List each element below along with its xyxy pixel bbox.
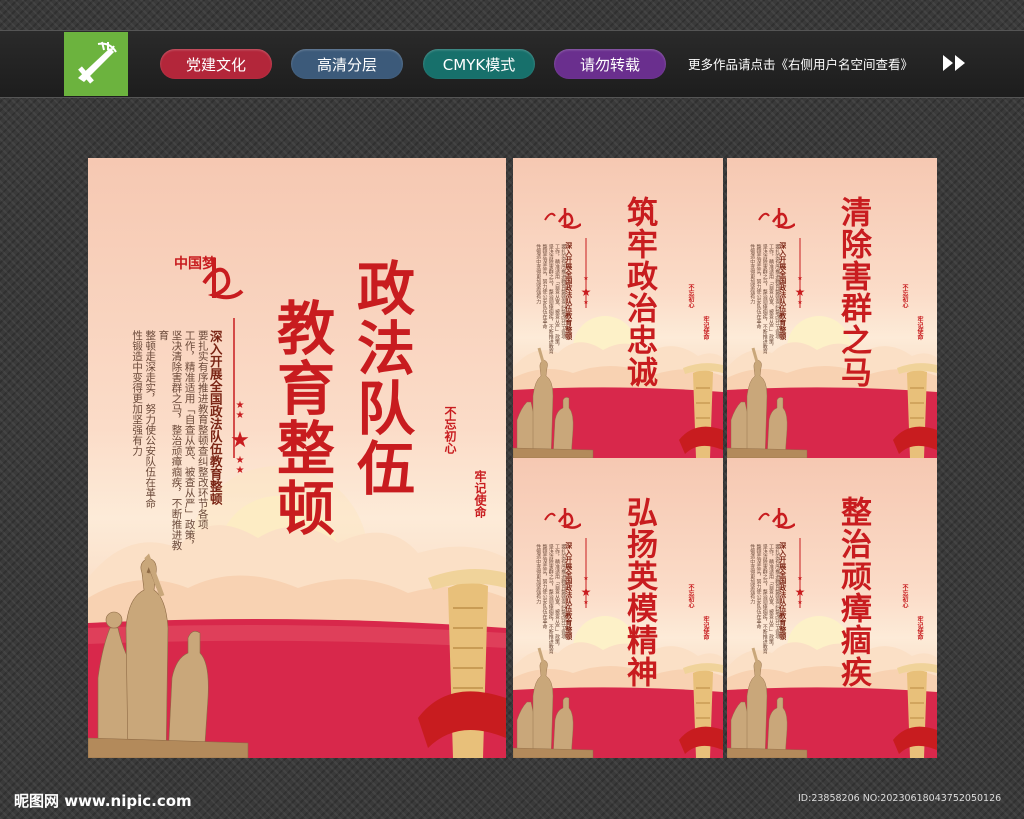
more-works-link[interactable]: 更多作品请点击《右侧用户名空间查看》	[688, 54, 913, 73]
body-line: 性锻造中变得更加坚强有力	[749, 544, 756, 604]
body-line: 坚决清除害群之马，整治顽瘴痼疾，不断推进教育	[547, 244, 554, 354]
body-line: 性锻造中变得更加坚强有力	[749, 244, 756, 304]
stars-decoration: ★	[583, 575, 589, 582]
motto-a: 不忘初心	[687, 284, 694, 308]
brush-stroke-icon	[544, 508, 582, 529]
body-paragraph: 要扎实有序推进教育整顿查纠整改环节各项 工作，精准适用「自查从宽、被查从严」政策…	[130, 330, 209, 560]
stars-decoration: ★ ★	[235, 400, 245, 421]
motto-a: 不忘初心	[901, 584, 908, 608]
poster-subtitle: 深入开展全国政法队伍教育整顿	[564, 242, 574, 340]
main-title-line2: 教育整顿	[267, 298, 335, 538]
nipic-logo-icon[interactable]	[64, 32, 128, 96]
china-dream-logo	[755, 202, 796, 232]
star-icon: ★	[230, 428, 250, 453]
body-line: 整顿走深走实，努力使公安队伍在革命	[755, 544, 762, 629]
body-line: 整顿走深走实，努力使公安队伍在革命	[144, 330, 157, 509]
china-dream-logo	[541, 202, 582, 232]
main-poster: 中国梦 要扎实有序推进教育整顿查纠整改环节各项 工作，精准适用「自查从宽、被查从…	[88, 158, 506, 758]
body-line: 整顿走深走实，努力使公安队伍在革命	[541, 544, 548, 629]
motto-b: 牢记使命	[702, 316, 709, 340]
motto-a: 不忘初心	[901, 284, 908, 308]
body-line: 性锻造中变得更加坚强有力	[535, 244, 542, 304]
small-poster: 要扎实有序推进教育整顿查纠整改环节各项 工作，精准适用「自查从宽、被查从严」政策…	[513, 158, 723, 458]
body-paragraph: 要扎实有序推进教育整顿查纠整改环节各项 工作，精准适用「自查从宽、被查从严」政策…	[749, 244, 780, 364]
star-icon: ★	[794, 285, 806, 299]
tag-party-culture[interactable]: 党建文化	[160, 49, 272, 79]
body-line: 整顿走深走实，努力使公安队伍在革命	[755, 244, 762, 329]
tag-no-repost[interactable]: 请勿转载	[554, 49, 666, 79]
motto-b: 牢记使命	[916, 616, 923, 640]
poster-subtitle: 深入开展全国政法队伍教育整顿	[564, 542, 574, 640]
brush-stroke-icon	[544, 208, 582, 229]
body-line: 性锻造中变得更加坚强有力	[535, 544, 542, 604]
body-line: 工作，精准适用「自查从宽、被查从严」政策，	[183, 330, 196, 551]
body-line: 性锻造中变得更加坚强有力	[131, 330, 144, 456]
body-line: 坚决清除害群之马，整治顽瘴痼疾，不断推进教育	[761, 244, 768, 354]
body-paragraph: 要扎实有序推进教育整顿查纠整改环节各项 工作，精准适用「自查从宽、被查从严」政策…	[535, 544, 566, 664]
small-poster-title: 整治顽瘴痼疾	[835, 496, 871, 688]
body-line: 坚决清除害群之马，整治顽瘴痼疾，不断推进教育	[547, 544, 554, 654]
main-title-line1: 政法队伍	[347, 258, 415, 498]
brush-stroke-icon	[202, 258, 244, 300]
star-icon: ★	[794, 585, 806, 599]
stars-decoration: ★	[583, 299, 589, 306]
brush-stroke-icon	[758, 208, 796, 229]
small-poster-title: 筑牢政治忠诚	[621, 196, 657, 388]
china-dream-logo	[755, 502, 796, 532]
star-icon: ★	[580, 285, 592, 299]
stars-decoration: ★	[583, 275, 589, 282]
site-watermark: 昵图网 www.nipic.com	[14, 792, 192, 810]
stars-decoration: ★	[583, 599, 589, 606]
body-line: 整顿走深走实，努力使公安队伍在革命	[541, 244, 548, 329]
stars-decoration: ★ ★	[235, 455, 245, 476]
body-line: 工作，精准适用「自查从宽、被查从严」政策，	[768, 244, 774, 349]
stars-decoration: ★	[797, 299, 803, 306]
small-poster-title: 弘扬英模精神	[621, 496, 657, 688]
tag-cmyk-mode[interactable]: CMYK模式	[423, 49, 535, 79]
body-line: 坚决清除害群之马，整治顽瘴痼疾，不断推进教育	[761, 544, 768, 654]
stars-decoration: ★	[797, 275, 803, 282]
china-dream-logo	[541, 502, 582, 532]
brush-stroke-icon	[758, 508, 796, 529]
poster-subtitle: 深入开展全国政法队伍教育整顿	[207, 330, 223, 505]
motto-b: 牢记使命	[916, 316, 923, 340]
poster-subtitle: 深入开展全国政法队伍教育整顿	[778, 242, 788, 340]
tag-label: 请勿转载	[579, 55, 640, 74]
small-poster: 要扎实有序推进教育整顿查纠整改环节各项 工作，精准适用「自查从宽、被查从严」政策…	[727, 158, 937, 458]
motto-b: 牢记使命	[473, 470, 487, 518]
star-icon: ★	[580, 585, 592, 599]
body-line: 工作，精准适用「自查从宽、被查从严」政策，	[554, 244, 560, 349]
motto-a: 不忘初心	[687, 584, 694, 608]
body-line: 坚决清除害群之马，整治顽瘴痼疾，不断推进教育	[157, 330, 183, 551]
stars-decoration: ★	[797, 575, 803, 582]
tag-label: CMYK模式	[442, 55, 516, 74]
poster-subtitle: 深入开展全国政法队伍教育整顿	[778, 542, 788, 640]
body-line: 工作，精准适用「自查从宽、被查从严」政策，	[554, 544, 560, 649]
body-paragraph: 要扎实有序推进教育整顿查纠整改环节各项 工作，精准适用「自查从宽、被查从严」政策…	[535, 244, 566, 364]
double-arrow-icon[interactable]	[941, 53, 971, 73]
motto-b: 牢记使命	[702, 616, 709, 640]
tag-label: 高清分层	[316, 55, 377, 74]
body-line: 要扎实有序推进教育整顿查纠整改环节各项	[196, 330, 209, 530]
tag-hd-layers[interactable]: 高清分层	[291, 49, 403, 79]
china-dream-logo: 中国梦	[174, 243, 244, 313]
small-poster-title: 清除害群之马	[835, 196, 871, 388]
stars-decoration: ★	[797, 599, 803, 606]
small-poster: 要扎实有序推进教育整顿查纠整改环节各项 工作，精准适用「自查从宽、被查从严」政策…	[513, 458, 723, 758]
motto-a: 不忘初心	[443, 406, 457, 454]
tag-label: 党建文化	[185, 55, 246, 74]
image-id: ID:23858206 NO:20230618043752050126	[798, 793, 1002, 804]
body-paragraph: 要扎实有序推进教育整顿查纠整改环节各项 工作，精准适用「自查从宽、被查从严」政策…	[749, 544, 780, 664]
small-poster: 要扎实有序推进教育整顿查纠整改环节各项 工作，精准适用「自查从宽、被查从严」政策…	[727, 458, 937, 758]
body-line: 工作，精准适用「自查从宽、被查从严」政策，	[768, 544, 774, 649]
